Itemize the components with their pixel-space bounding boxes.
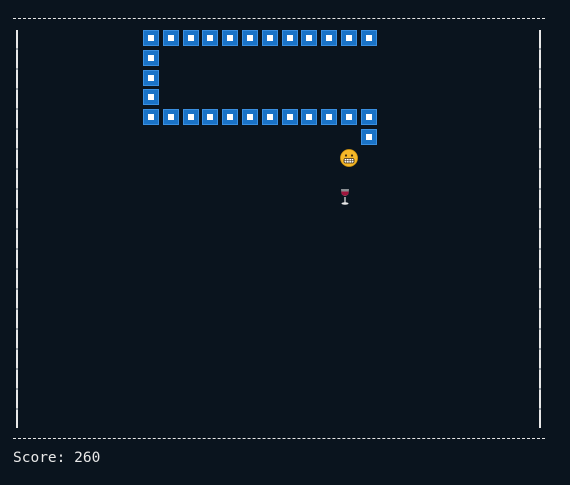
snake-segment [143, 70, 159, 86]
score-label: Score: 260 [13, 450, 101, 466]
snake-segment [341, 109, 357, 125]
snake-head-grinning-face-icon [340, 149, 358, 167]
snake-segment [222, 109, 238, 125]
snake-segment [361, 129, 377, 145]
snake-segment [262, 30, 278, 46]
snake-segment [321, 109, 337, 125]
snake-segment [143, 89, 159, 105]
top-border [13, 18, 545, 19]
snake-segment [301, 109, 317, 125]
right-border [539, 30, 541, 428]
snake-segment [282, 30, 298, 46]
snake-segment [242, 30, 258, 46]
snake-segment [163, 109, 179, 125]
snake-segment [321, 30, 337, 46]
snake-segment [143, 30, 159, 46]
snake-segment [163, 30, 179, 46]
snake-segment [341, 30, 357, 46]
snake-segment [202, 30, 218, 46]
snake-segment [222, 30, 238, 46]
snake-segment [301, 30, 317, 46]
left-border [16, 30, 18, 428]
game-board: Score: 260 [0, 0, 570, 485]
snake-segment [143, 50, 159, 66]
food-wine-glass-icon [341, 189, 349, 205]
snake-segment [242, 109, 258, 125]
snake-segment [183, 109, 199, 125]
snake-segment [143, 109, 159, 125]
snake-segment [361, 109, 377, 125]
bottom-border [13, 438, 545, 439]
snake-segment [202, 109, 218, 125]
snake-segment [262, 109, 278, 125]
snake-segment [282, 109, 298, 125]
snake-segment [183, 30, 199, 46]
snake-segment [361, 30, 377, 46]
